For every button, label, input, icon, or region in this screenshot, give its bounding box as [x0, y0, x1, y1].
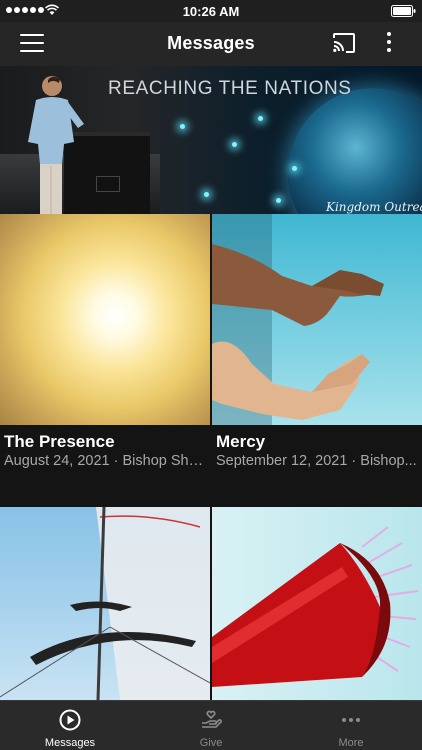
cast-icon[interactable]: [332, 32, 356, 54]
message-thumbnail: [212, 507, 422, 700]
message-thumbnail: [0, 214, 210, 425]
banner-title: REACHING THE NATIONS: [108, 78, 352, 99]
more-horiz-icon: [342, 718, 360, 722]
message-title: The Presence: [4, 432, 115, 451]
message-subtitle: August 24, 2021 · Bishop Sha...: [4, 453, 208, 469]
tab-label: Give: [199, 737, 223, 749]
speaker-image: [28, 76, 84, 214]
tab-give[interactable]: Give: [141, 701, 281, 750]
message-thumbnail: [0, 507, 210, 700]
navigation-bar: Messages: [0, 22, 422, 66]
tab-messages[interactable]: Messages: [0, 701, 140, 750]
tab-label: Messages: [44, 737, 96, 749]
more-vert-icon[interactable]: [384, 32, 394, 56]
message-card[interactable]: [0, 507, 210, 700]
banner-signature: Kingdom Outreach: [326, 200, 422, 214]
status-time: 10:26 AM: [182, 4, 240, 19]
message-card[interactable]: [212, 507, 422, 700]
globe-image: [288, 88, 422, 214]
message-subtitle: September 12, 2021 · Bishop...: [216, 453, 417, 469]
featured-series-banner[interactable]: REACHING THE NATIONS Kingdom Outreach: [0, 66, 422, 214]
tab-label: More: [338, 737, 364, 749]
tab-bar: Messages Give More: [0, 700, 422, 750]
message-title: Mercy: [216, 432, 266, 451]
play-circle-icon: [59, 709, 81, 731]
page-title: Messages: [167, 33, 255, 53]
message-thumbnail: [212, 214, 422, 425]
battery-icon: [391, 5, 416, 17]
give-hand-icon: [202, 710, 222, 728]
tab-more[interactable]: More: [281, 701, 421, 750]
message-card[interactable]: Mercy September 12, 2021 · Bishop...: [212, 214, 422, 505]
message-card[interactable]: The Presence August 24, 2021 · Bishop Sh…: [0, 214, 210, 505]
status-bar: 10:26 AM: [0, 0, 422, 22]
